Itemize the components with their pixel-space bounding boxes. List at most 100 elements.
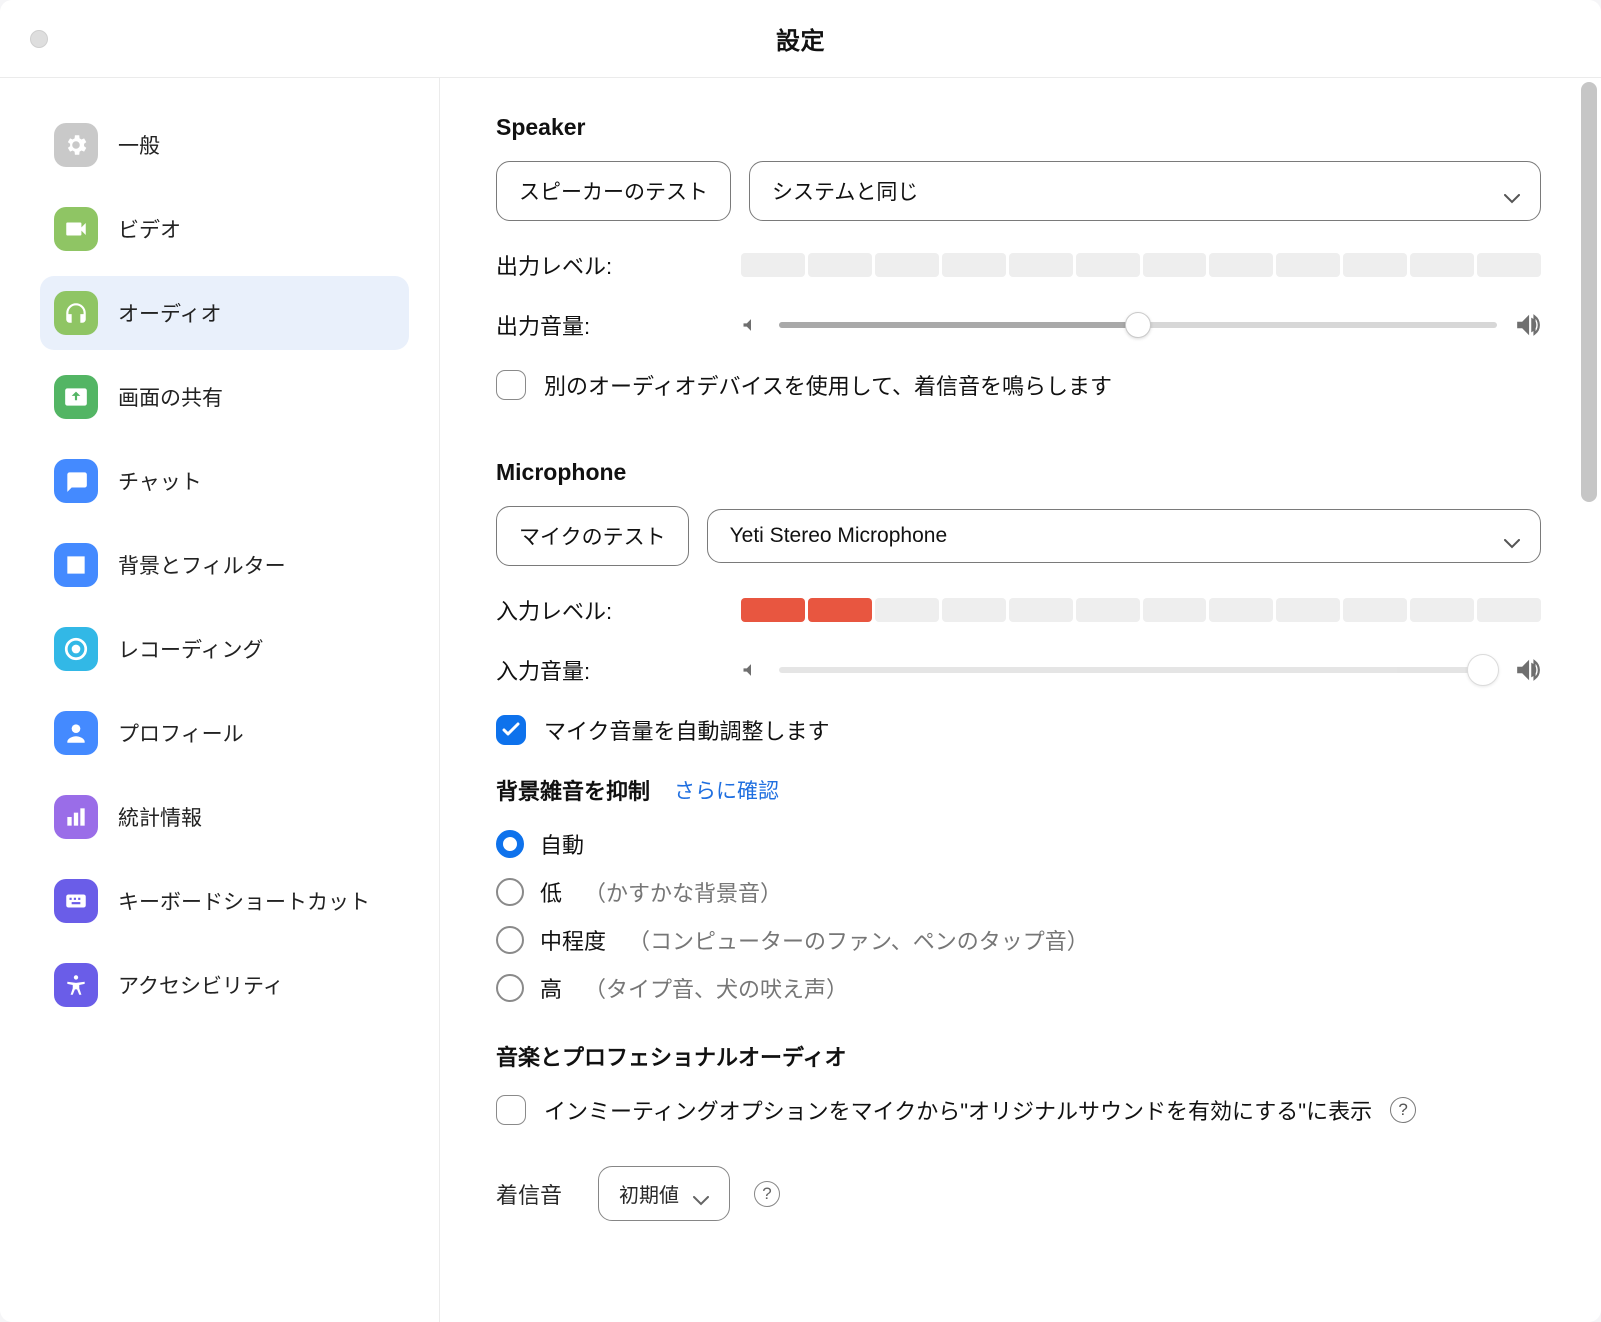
radio-label: 中程度 xyxy=(540,924,606,956)
sidebar-item-label: チャット xyxy=(118,466,202,496)
noise-option-medium[interactable]: 中程度 （コンピューターのファン、ペンのタップ音） xyxy=(496,924,1541,956)
sidebar-item-general[interactable]: 一般 xyxy=(40,108,409,182)
level-segment xyxy=(1343,253,1407,277)
radio-hint: （コンピューターのファン、ペンのタップ音） xyxy=(628,924,1089,956)
original-sound-label: インミーティングオプションをマイクから"オリジナルサウンドを有効にする"に表示 xyxy=(544,1094,1372,1126)
level-segment xyxy=(942,598,1006,622)
sidebar-item-label: 背景とフィルター xyxy=(118,550,286,580)
noise-option-auto[interactable]: 自動 xyxy=(496,828,1541,860)
headphones-icon xyxy=(54,291,98,335)
chevron-down-icon xyxy=(1504,531,1520,541)
original-sound-checkbox[interactable] xyxy=(496,1095,526,1125)
help-icon[interactable]: ? xyxy=(754,1181,780,1207)
radio-high[interactable] xyxy=(496,974,524,1002)
level-segment xyxy=(741,253,805,277)
record-icon xyxy=(54,627,98,671)
sidebar-item-recording[interactable]: レコーディング xyxy=(40,612,409,686)
sidebar-item-label: アクセシビリティ xyxy=(118,970,284,1000)
separate-device-row: 別のオーディオデバイスを使用して、着信音を鳴らします xyxy=(496,369,1541,401)
sidebar: 一般 ビデオ オーディオ 画面の共有 xyxy=(0,78,440,1322)
output-volume-slider-wrap xyxy=(741,312,1541,338)
noise-suppression-title: 背景雑音を抑制 xyxy=(496,774,650,806)
radio-label: 自動 xyxy=(540,828,584,860)
level-segment xyxy=(1276,253,1340,277)
level-segment xyxy=(1009,253,1073,277)
body: 一般 ビデオ オーディオ 画面の共有 xyxy=(0,78,1601,1322)
test-mic-button[interactable]: マイクのテスト xyxy=(496,506,689,566)
output-volume-slider[interactable] xyxy=(779,322,1497,328)
sidebar-item-label: キーボードショートカット xyxy=(118,886,370,916)
sidebar-item-audio[interactable]: オーディオ xyxy=(40,276,409,350)
level-segment xyxy=(1477,598,1541,622)
input-level-meter xyxy=(741,598,1541,622)
input-volume-slider-wrap xyxy=(741,657,1541,683)
level-segment xyxy=(875,253,939,277)
window-title: 設定 xyxy=(776,21,825,56)
level-segment xyxy=(1276,598,1340,622)
sidebar-item-label: ビデオ xyxy=(118,214,181,244)
noise-option-high[interactable]: 高 （タイプ音、犬の吠え声） xyxy=(496,972,1541,1004)
sidebar-item-label: オーディオ xyxy=(118,298,222,328)
input-volume-label: 入力音量: xyxy=(496,654,741,686)
scrollbar[interactable] xyxy=(1581,82,1597,502)
level-segment xyxy=(808,253,872,277)
sidebar-item-label: レコーディング xyxy=(118,634,264,664)
output-volume-label: 出力音量: xyxy=(496,309,741,341)
chat-icon xyxy=(54,459,98,503)
level-segment xyxy=(1143,598,1207,622)
level-segment xyxy=(1209,253,1273,277)
mic-device-select[interactable]: Yeti Stereo Microphone xyxy=(707,509,1541,563)
input-level-row: 入力レベル: xyxy=(496,594,1541,626)
radio-auto[interactable] xyxy=(496,830,524,858)
help-icon[interactable]: ? xyxy=(1390,1097,1416,1123)
user-square-icon xyxy=(54,543,98,587)
video-icon xyxy=(54,207,98,251)
settings-window: 設定 一般 ビデオ オーディオ xyxy=(0,0,1601,1322)
sidebar-item-keyboard-shortcuts[interactable]: キーボードショートカット xyxy=(40,864,409,938)
volume-low-icon xyxy=(741,315,761,335)
volume-high-icon xyxy=(1515,657,1541,683)
mic-device-value: Yeti Stereo Microphone xyxy=(730,524,948,547)
sidebar-item-profile[interactable]: プロフィール xyxy=(40,696,409,770)
output-volume-row: 出力音量: xyxy=(496,309,1541,341)
music-audio-header: 音楽とプロフェショナルオーディオ xyxy=(496,1040,1541,1072)
gear-icon xyxy=(54,123,98,167)
auto-adjust-checkbox[interactable] xyxy=(496,715,526,745)
audio-settings-panel: Speaker スピーカーのテスト システムと同じ 出力レベル: 出力音量: xyxy=(440,78,1601,1322)
sidebar-item-video[interactable]: ビデオ xyxy=(40,192,409,266)
radio-medium[interactable] xyxy=(496,926,524,954)
noise-suppression-link[interactable]: さらに確認 xyxy=(674,775,779,805)
sidebar-item-share-screen[interactable]: 画面の共有 xyxy=(40,360,409,434)
share-screen-icon xyxy=(54,375,98,419)
separate-device-checkbox[interactable] xyxy=(496,370,526,400)
original-sound-row: インミーティングオプションをマイクから"オリジナルサウンドを有効にする"に表示 … xyxy=(496,1094,1541,1126)
microphone-section-title: Microphone xyxy=(496,459,1541,486)
level-segment xyxy=(1076,253,1140,277)
radio-label: 低 xyxy=(540,876,562,908)
ringtone-select[interactable]: 初期値 xyxy=(598,1166,730,1221)
auto-adjust-row: マイク音量を自動調整します xyxy=(496,714,1541,746)
noise-option-low[interactable]: 低 （かすかな背景音） xyxy=(496,876,1541,908)
sidebar-item-label: プロフィール xyxy=(118,718,244,748)
radio-low[interactable] xyxy=(496,878,524,906)
sidebar-item-chat[interactable]: チャット xyxy=(40,444,409,518)
sidebar-item-statistics[interactable]: 統計情報 xyxy=(40,780,409,854)
input-volume-slider[interactable] xyxy=(779,667,1497,673)
chevron-down-icon xyxy=(1504,186,1520,196)
speaker-device-select[interactable]: システムと同じ xyxy=(749,161,1541,221)
separate-device-label: 別のオーディオデバイスを使用して、着信音を鳴らします xyxy=(544,369,1112,401)
test-speaker-button[interactable]: スピーカーのテスト xyxy=(496,161,731,221)
output-level-meter xyxy=(741,253,1541,277)
mic-device-row: マイクのテスト Yeti Stereo Microphone xyxy=(496,506,1541,566)
level-segment xyxy=(1410,598,1474,622)
stats-icon xyxy=(54,795,98,839)
speaker-section-title: Speaker xyxy=(496,114,1541,141)
sidebar-item-label: 一般 xyxy=(118,130,160,160)
speaker-device-value: システムと同じ xyxy=(772,181,918,204)
output-level-row: 出力レベル: xyxy=(496,249,1541,281)
sidebar-item-accessibility[interactable]: アクセシビリティ xyxy=(40,948,409,1022)
ringtone-row: 着信音 初期値 ? xyxy=(496,1166,1541,1221)
traffic-light-close[interactable] xyxy=(30,30,48,48)
sidebar-item-label: 統計情報 xyxy=(118,802,202,832)
sidebar-item-background-filters[interactable]: 背景とフィルター xyxy=(40,528,409,602)
